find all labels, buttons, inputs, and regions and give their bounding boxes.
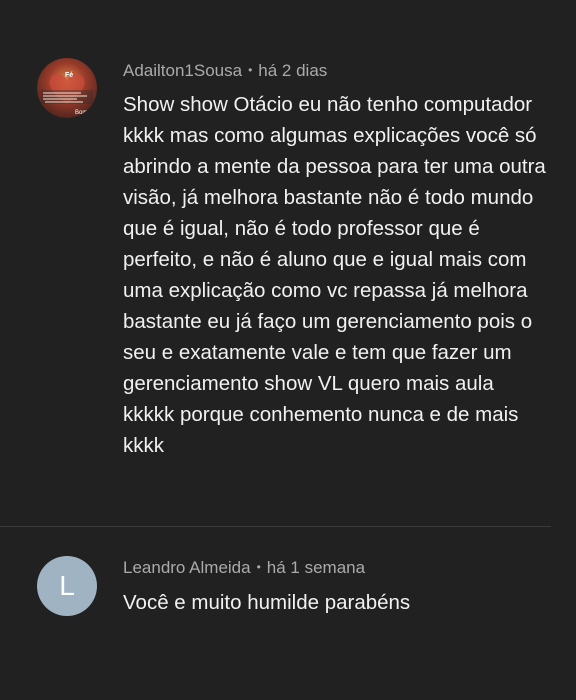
comment-time: há 2 dias: [258, 61, 328, 80]
avatar[interactable]: L: [37, 556, 97, 616]
divider: [0, 526, 551, 527]
author-name[interactable]: Adailton1Sousa: [123, 61, 242, 80]
comment-meta: Leandro Almeida • há 1 semana: [123, 558, 365, 578]
comment-text: Você e muito humilde parabéns: [123, 591, 411, 614]
avatar[interactable]: Fé Bom: [37, 58, 97, 118]
meta-separator: •: [248, 63, 253, 77]
avatar-badge: Fé: [65, 72, 73, 79]
comment-item: Fé Bom Adailton1Sousa • há 2 dias Show sho…: [0, 0, 576, 527]
photo-avatar-icon: Fé Bom: [37, 58, 97, 118]
comment-time: há 1 semana: [266, 558, 366, 577]
avatar-caption: Bom: [75, 110, 87, 116]
comment-meta: Adailton1Sousa • há 2 dias: [123, 61, 327, 81]
author-name[interactable]: Leandro Almeida: [123, 558, 251, 577]
comment-text: Show show Otácio eu não tenho computador…: [123, 93, 546, 457]
meta-separator: •: [256, 560, 261, 574]
comment-item: L Leandro Almeida • há 1 semana Você e mui…: [0, 528, 576, 700]
avatar-letter: L: [59, 570, 75, 601]
